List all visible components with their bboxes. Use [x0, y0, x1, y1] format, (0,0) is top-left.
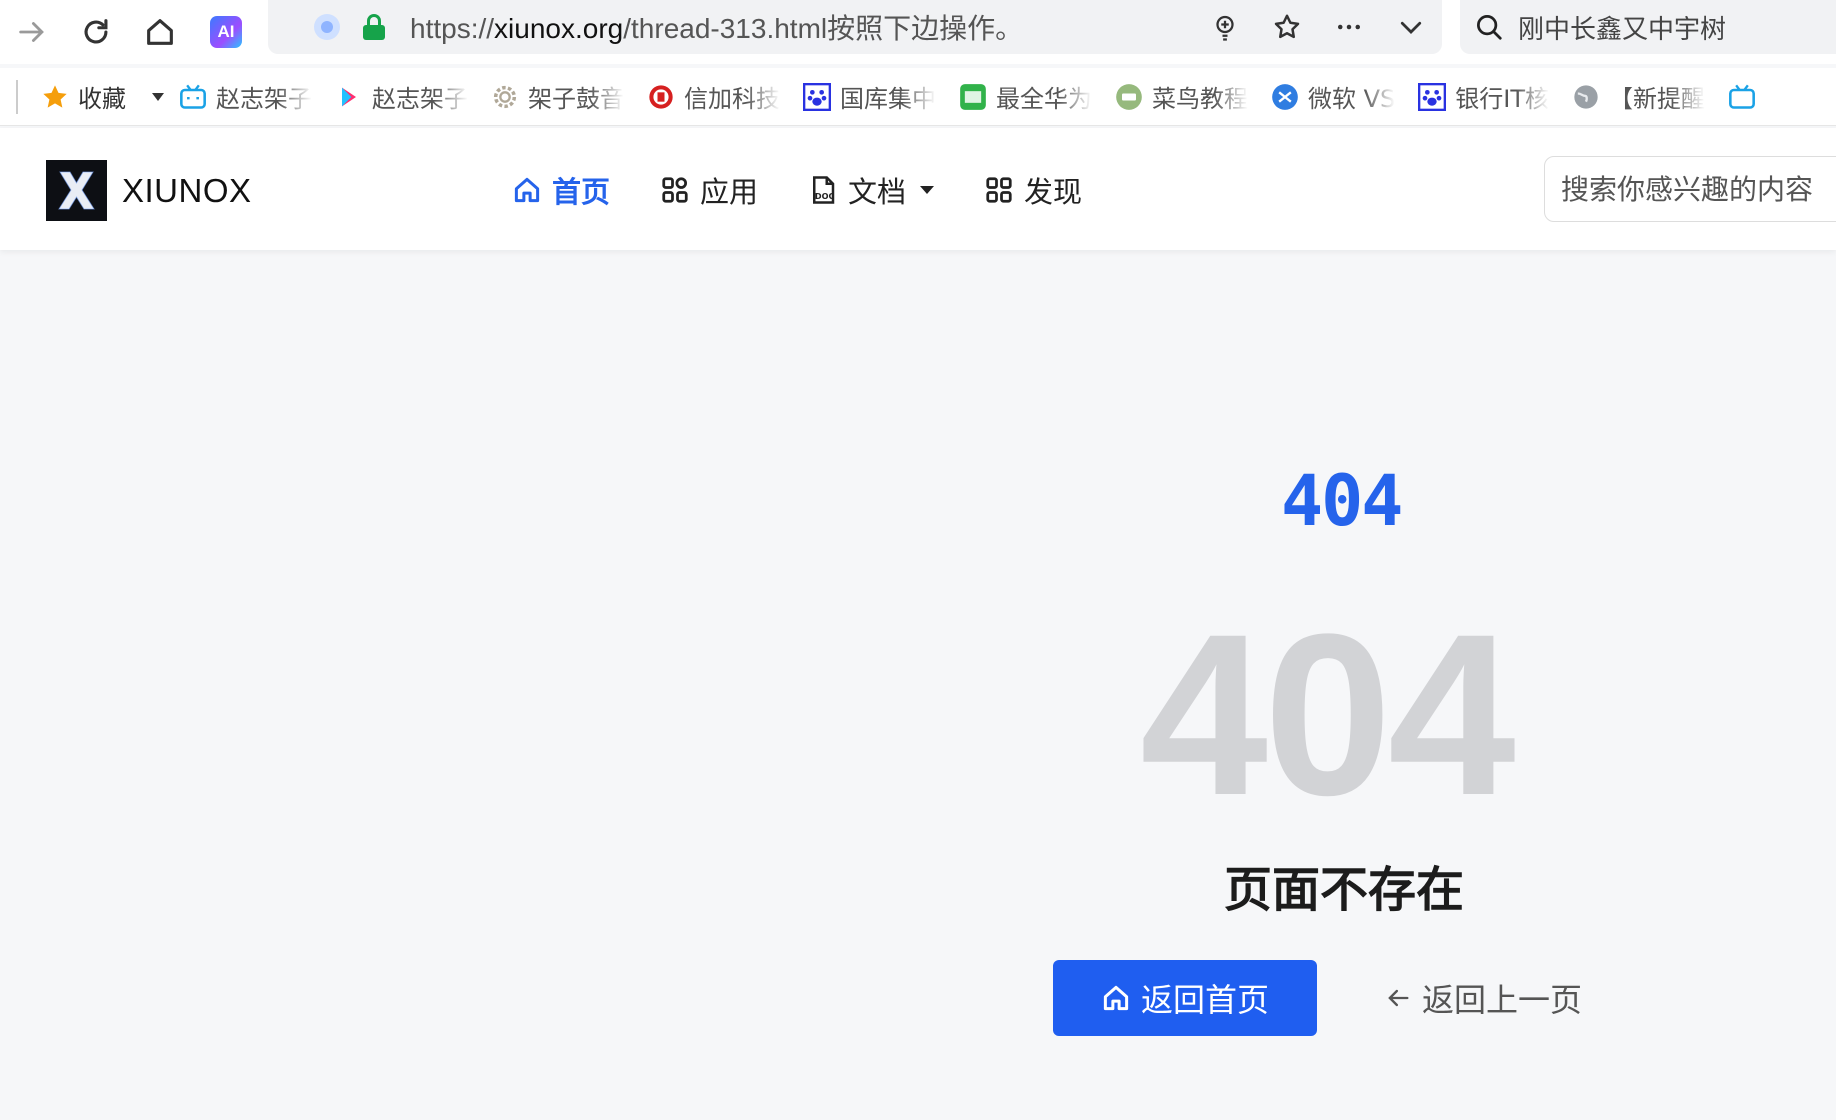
- reload-button[interactable]: [64, 6, 128, 58]
- bookmark-label: 信加科技: [684, 85, 780, 113]
- bookmark-item[interactable]: 赵志架子: [334, 68, 490, 125]
- site-logo[interactable]: [46, 160, 107, 221]
- error-code-accent: 404: [1281, 460, 1403, 542]
- bookmark-label: 【新提醒: [1609, 85, 1706, 113]
- arrow-left-icon: [1388, 989, 1409, 1007]
- bookmark-label: 赵志架子: [372, 85, 468, 113]
- bookmark-item[interactable]: 国库集中: [802, 68, 958, 125]
- reload-icon: [84, 19, 108, 44]
- home-outline-icon: [147, 19, 173, 45]
- vs-icon: [1270, 82, 1300, 112]
- nav-item-label: 发现: [1024, 175, 1083, 209]
- nav-item-home[interactable]: 首页: [512, 169, 610, 211]
- lightbulb-icon: [1216, 15, 1234, 41]
- bookmark-item[interactable]: 微软 VS: [1270, 68, 1417, 125]
- address-tools: [1194, 0, 1442, 54]
- search-icon: [1477, 15, 1502, 40]
- nav-item-apps[interactable]: 应用: [660, 169, 758, 211]
- nav-item-discover[interactable]: 发现: [984, 169, 1082, 211]
- home-icon: [1103, 985, 1129, 1011]
- bookmark-label: 微软 VS: [1308, 85, 1396, 113]
- forward-button[interactable]: [0, 6, 64, 58]
- site-logo-text[interactable]: XIUNOX: [122, 172, 252, 210]
- bookmark-item[interactable]: 架子鼓音: [490, 68, 646, 125]
- chevron-down-icon: [1400, 21, 1422, 34]
- favorite-button[interactable]: [1256, 0, 1318, 54]
- url-host: xiunox.org: [494, 13, 624, 44]
- grid-icon: [986, 177, 1012, 203]
- bookmark-folder-favorites[interactable]: 收藏: [40, 68, 148, 125]
- idea-button[interactable]: [1194, 0, 1256, 54]
- apps-icon: [662, 177, 688, 203]
- green-badge-icon: [958, 82, 988, 112]
- bilibili-icon: [178, 82, 208, 112]
- svg-text:DOC: DOC: [815, 191, 835, 201]
- doc-icon: DOC: [813, 176, 835, 204]
- bilibili-icon: [1727, 82, 1757, 112]
- bookmark-item[interactable]: 【新提醒: [1571, 68, 1727, 125]
- browser-search-box[interactable]: 刚中长鑫又中宇树: [1460, 0, 1836, 54]
- bookmark-label: 菜鸟教程: [1152, 85, 1248, 113]
- bookmark-label: 最全华为: [996, 85, 1092, 113]
- bookmark-label: 赵志架子: [216, 85, 312, 113]
- home-icon: [514, 177, 540, 203]
- bookmark-label: 银行IT核: [1455, 85, 1550, 113]
- address-bar[interactable]: https://xiunox.org/thread-313.html按照下边操作…: [268, 0, 1442, 54]
- nav-item-label: 应用: [700, 175, 759, 209]
- nav-item-label: 首页: [552, 175, 611, 209]
- gear-icon: [490, 82, 520, 112]
- nav-item-docs[interactable]: DOC 文档: [808, 169, 935, 211]
- more-dots-icon: [1338, 24, 1360, 30]
- main-content: 404 404 页面不存在 返回首页 返回上一页: [0, 250, 1836, 1120]
- chevron-down-icon: [920, 186, 935, 194]
- bookmark-item[interactable]: 信加科技: [646, 68, 802, 125]
- lock-icon[interactable]: [362, 13, 386, 41]
- url-text[interactable]: https://xiunox.org/thread-313.html按照下边操作…: [410, 7, 1023, 47]
- paw-icon: [802, 82, 832, 112]
- more-button[interactable]: [1318, 0, 1380, 54]
- bookmarks-bar: 收藏 赵志架子 赵志架子 架子鼓音 信加科技 国库集中 最全华为 菜鸟教程 微软…: [0, 68, 1836, 126]
- paw-icon: [1417, 82, 1447, 112]
- go-back-button[interactable]: 返回上一页: [1384, 968, 1582, 1028]
- site-info-icon[interactable]: [314, 14, 340, 40]
- runoob-icon: [1114, 82, 1144, 112]
- url-path: /thread-313.html按照下边操作。: [623, 13, 1024, 44]
- error-code-large: 404: [1140, 586, 1516, 843]
- youku-icon: [334, 82, 364, 112]
- browser-search-text: 刚中长鑫又中宇树: [1518, 14, 1727, 45]
- nav-item-label: 文档: [848, 175, 907, 209]
- globe-icon: [1571, 82, 1601, 112]
- bookmark-label: 架子鼓音: [528, 85, 624, 113]
- bookmark-item[interactable]: 银行IT核: [1417, 68, 1571, 125]
- arrow-right-icon: [19, 22, 44, 42]
- star-outline-icon: [1274, 14, 1300, 39]
- site-search-box[interactable]: [1544, 156, 1836, 222]
- back-home-button[interactable]: 返回首页: [1053, 960, 1317, 1036]
- site-nav: 首页 应用 DOC 文档 发现: [512, 164, 1132, 216]
- home-button[interactable]: [128, 6, 192, 58]
- bookmarks-dropdown-caret[interactable]: [152, 92, 164, 101]
- bookmarks-divider: [16, 79, 18, 114]
- bookmark-folder-label: 收藏: [78, 85, 126, 113]
- star-filled-icon: [40, 82, 70, 112]
- ai-assistant-button[interactable]: AI: [210, 16, 242, 48]
- url-prefix: https://: [410, 13, 495, 44]
- bookmark-item[interactable]: 赵志架子: [178, 68, 334, 125]
- back-home-label: 返回首页: [1140, 981, 1269, 1019]
- bookmark-item[interactable]: 最全华为: [958, 68, 1114, 125]
- go-back-label: 返回上一页: [1422, 981, 1583, 1019]
- dropdown-button[interactable]: [1380, 0, 1442, 54]
- site-search-input[interactable]: [1561, 172, 1836, 206]
- site-header: XIUNOX 首页 应用 DOC 文档 发现: [0, 128, 1836, 250]
- error-message: 页面不存在: [1224, 862, 1465, 918]
- bookmark-item[interactable]: 菜鸟教程: [1114, 68, 1270, 125]
- bookmark-label: 国库集中: [840, 85, 936, 113]
- bookmark-item-overflow[interactable]: [1727, 68, 1787, 125]
- red-seal-icon: [646, 82, 676, 112]
